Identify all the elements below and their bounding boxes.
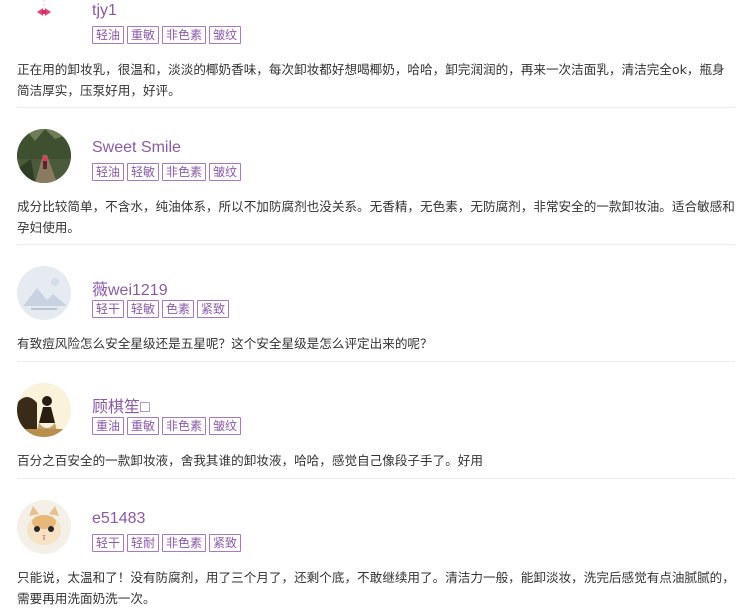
forest-path-photo	[17, 129, 71, 183]
skin-tag: 轻干	[92, 300, 125, 318]
skin-tag: 重敏	[127, 417, 160, 435]
avatar[interactable]	[17, 129, 71, 183]
avatar[interactable]	[17, 266, 71, 320]
skin-tag: 非色素	[162, 417, 207, 435]
skin-tag: 轻油	[92, 26, 125, 44]
skin-tag: 非色素	[162, 26, 207, 44]
review-text: 百分之百安全的一款卸妆液，舍我其谁的卸妆液，哈哈，感觉自己像段子手了。好用	[17, 453, 483, 468]
skin-tag: 皱纹	[209, 26, 242, 44]
default-mountain-avatar	[17, 266, 71, 320]
skin-tag: 重油	[92, 417, 125, 435]
skin-tag: 非色素	[162, 163, 207, 181]
divider	[17, 107, 735, 108]
skin-tags: 重油 重敏 非色素 皱纹	[92, 417, 242, 435]
divider	[17, 244, 735, 245]
skin-tag: 轻油	[92, 163, 125, 181]
avatar[interactable]	[17, 383, 71, 437]
skin-tags: 轻油 重敏 非色素 皱纹	[92, 26, 242, 44]
review-text: 成分比较简单，不含水，纯油体系，所以不加防腐剂也没关系。无香精，无色素，无防腐剂…	[17, 199, 735, 235]
cat-face-avatar	[17, 500, 71, 554]
skin-tag: 紧致	[209, 534, 242, 552]
skin-tag: 轻干	[92, 534, 125, 552]
skin-tag: 皱纹	[209, 417, 242, 435]
skin-tag: 非色素	[162, 534, 207, 552]
username[interactable]: 薇wei1219	[92, 276, 168, 300]
username[interactable]: tjy1	[92, 2, 117, 20]
review-text: 正在用的卸妆乳，很温和，淡淡的椰奶香味，每次卸妆都好想喝椰奶，哈哈，卸完润润的，…	[17, 62, 725, 98]
skin-tag: 紧致	[197, 300, 230, 318]
skin-tags: 轻油 轻敏 非色素 皱纹	[92, 163, 242, 181]
username[interactable]: e51483	[92, 510, 145, 528]
divider	[17, 478, 735, 479]
username[interactable]: Sweet Smile	[92, 139, 181, 157]
dancer-silhouette-photo	[17, 383, 71, 437]
username[interactable]: 顾棋笙□	[92, 393, 150, 417]
skin-tag: 轻敏	[127, 163, 160, 181]
skin-tags: 轻干 轻耐 非色素 紧致	[92, 534, 242, 552]
skin-tag: 轻耐	[127, 534, 160, 552]
review-text: 只能说，太温和了！没有防腐剂，用了三个月了，还剩个底，不敢继续用了。清洁力一般，…	[17, 570, 735, 606]
skin-tags: 轻干 轻敏 色素 紧致	[92, 300, 230, 318]
skin-tag: 轻敏	[127, 300, 160, 318]
avatar[interactable]	[17, 0, 71, 40]
skin-tag: 重敏	[127, 26, 160, 44]
bow-icon	[17, 0, 71, 40]
avatar[interactable]	[17, 500, 71, 554]
divider	[17, 361, 735, 362]
skin-tag: 色素	[162, 300, 195, 318]
review-text: 有致痘风险怎么安全星级还是五星呢？这个安全星级是怎么评定出来的呢？	[17, 336, 433, 351]
skin-tag: 皱纹	[209, 163, 242, 181]
